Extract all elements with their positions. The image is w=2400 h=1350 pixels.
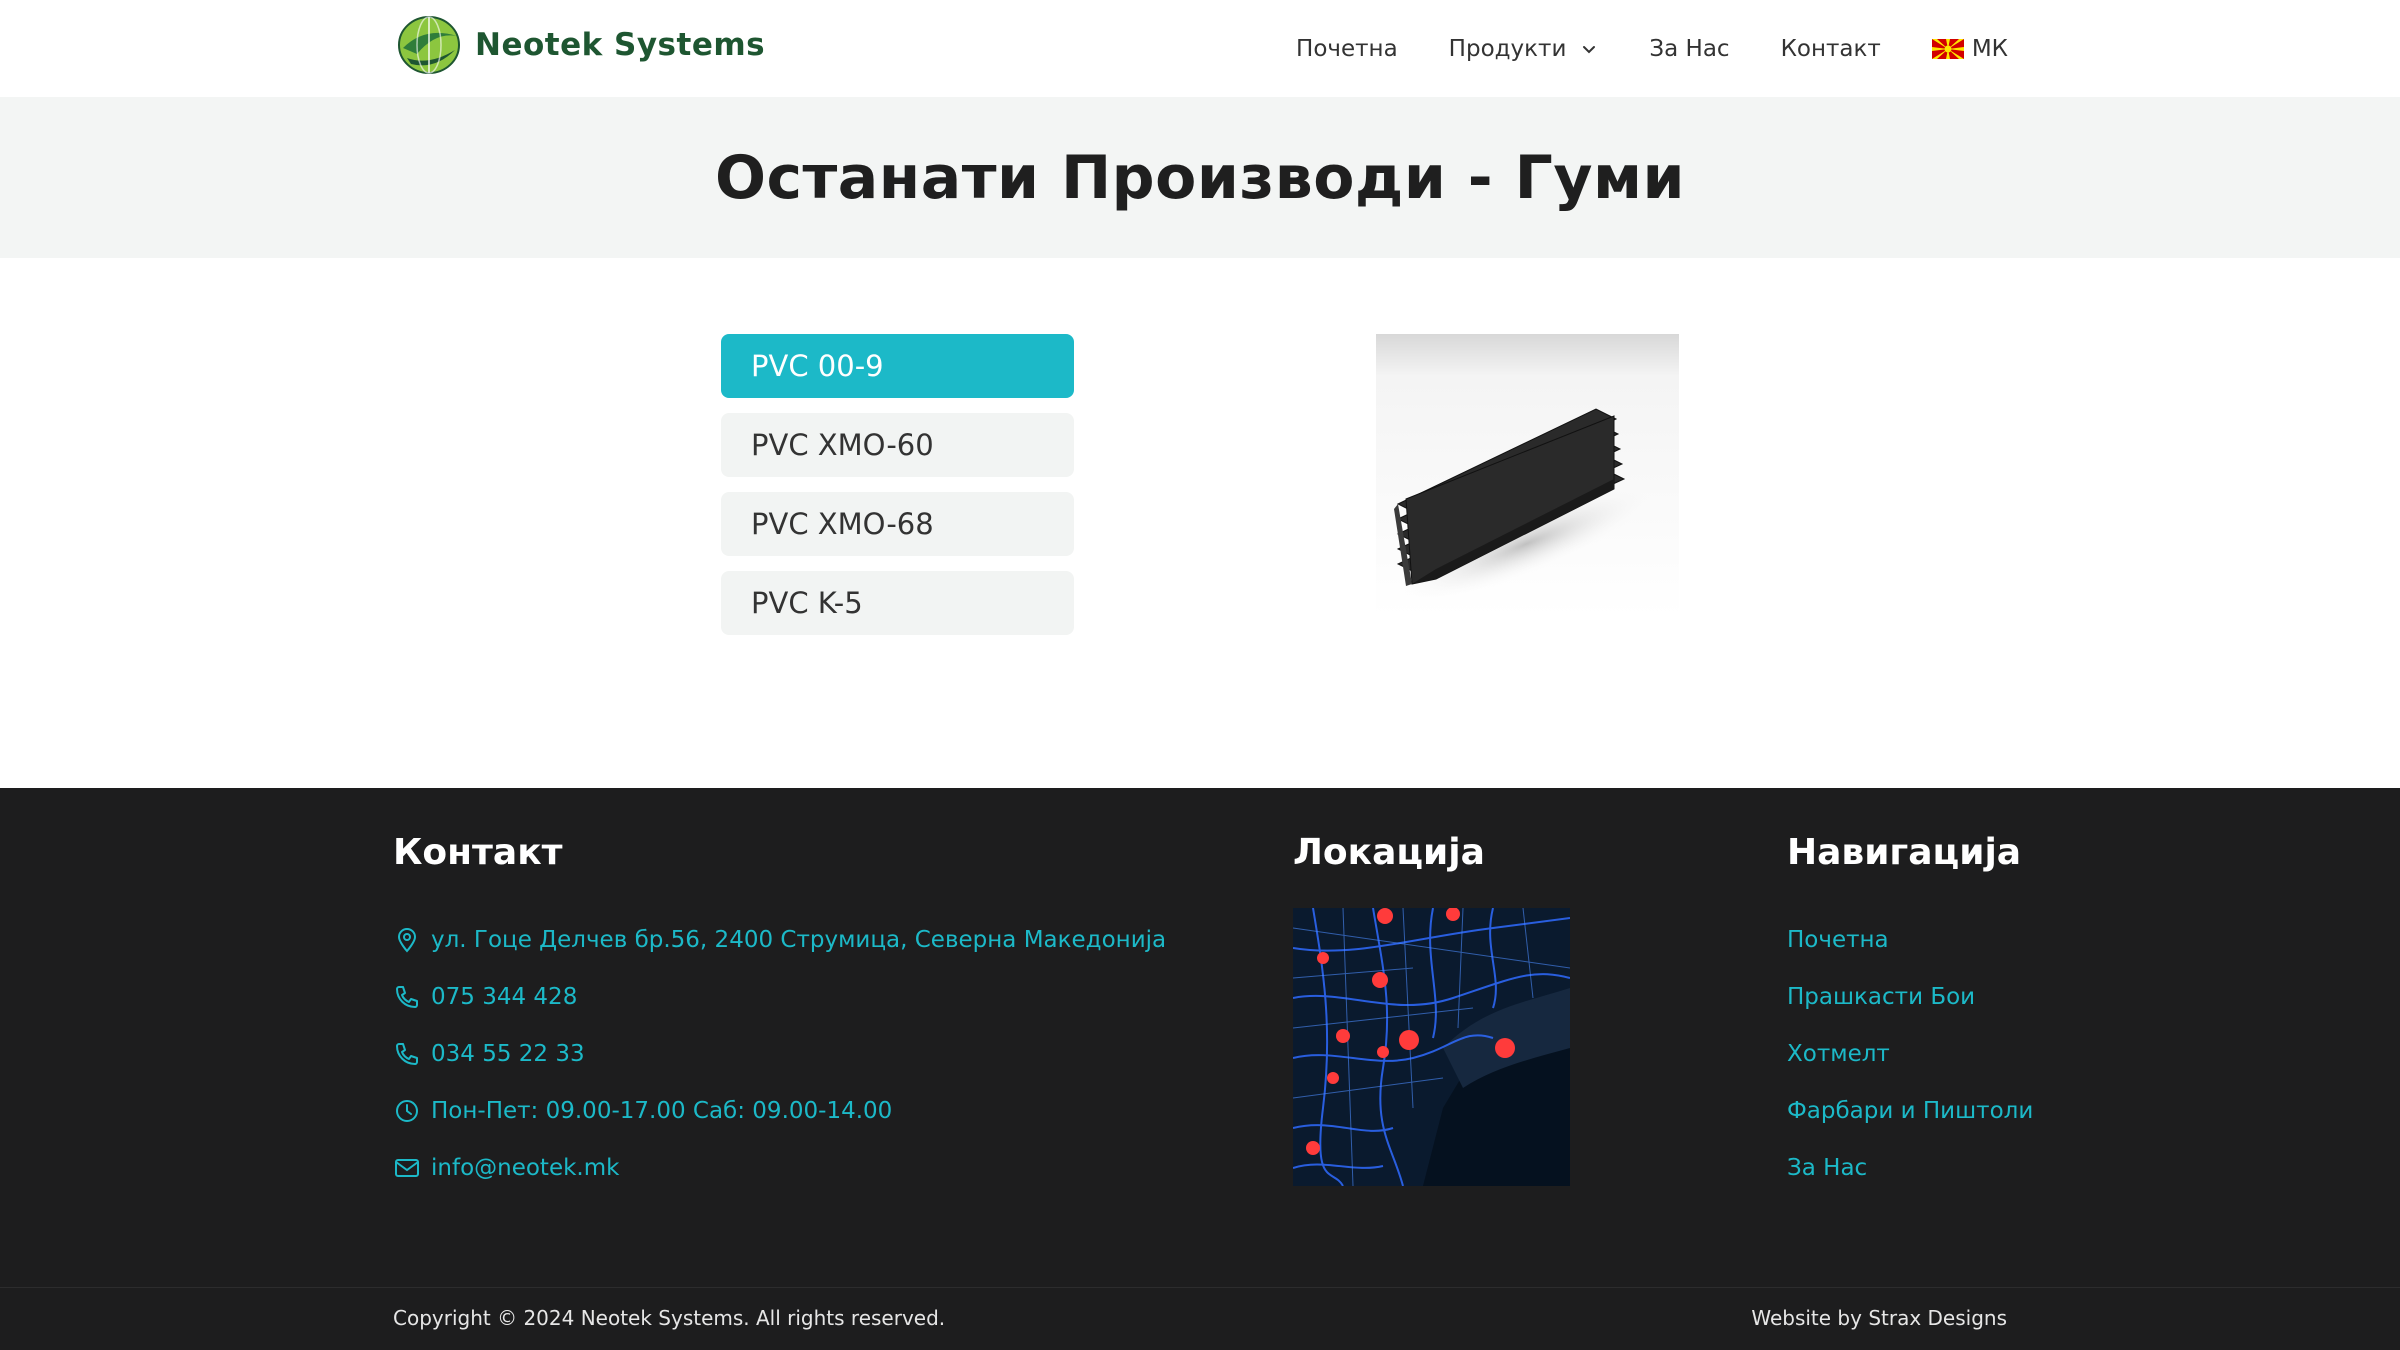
location-pin-icon	[397, 927, 417, 953]
language-label: МК	[1971, 35, 2008, 62]
footer-location-title: Локација	[1293, 832, 1485, 873]
footer-navigation-title: Навигација	[1787, 832, 2022, 873]
contact-text: info@neotek.mk	[431, 1154, 620, 1181]
phone-icon	[396, 1042, 418, 1065]
contact-text: Пон-Пет: 09.00-17.00 Саб: 09.00-14.00	[431, 1097, 893, 1124]
nav-label: Почетна	[1296, 35, 1398, 62]
nav-label: Продукти	[1448, 35, 1567, 62]
credit-link[interactable]: Website by Strax Designs	[1751, 1306, 2007, 1330]
contact-phone-landline[interactable]: 034 55 22 33	[393, 1025, 1166, 1082]
footer-link-hotmelt[interactable]: Хотмелт	[1787, 1025, 2033, 1082]
site-header: Neotek Systems Почетна Продукти За Нас К…	[0, 0, 2400, 97]
macedonia-flag-icon	[1931, 38, 1964, 59]
nav-item-home[interactable]: Почетна	[1296, 36, 1398, 62]
footer-bottom-bar: Copyright © 2024 Neotek Systems. All rig…	[0, 1287, 2400, 1350]
globe-logo-icon	[398, 16, 460, 74]
contact-text: ул. Гоце Делчев бр.56, 2400 Струмица, Се…	[431, 926, 1167, 953]
main-nav: Почетна Продукти За Нас Контакт МК	[1296, 0, 2008, 97]
nav-item-contact[interactable]: Контакт	[1781, 36, 1881, 62]
language-switcher[interactable]: МК	[1931, 35, 2008, 62]
site-footer: Контакт ул. Гоце Делчев бр.56, 2400 Стру…	[0, 788, 2400, 1350]
contact-address[interactable]: ул. Гоце Делчев бр.56, 2400 Струмица, Се…	[393, 911, 1166, 968]
nav-item-about[interactable]: За Нас	[1649, 36, 1729, 62]
footer-link-powder-paints[interactable]: Прашкасти Бои	[1787, 968, 2033, 1025]
footer-contact-title: Контакт	[393, 832, 563, 873]
chevron-down-icon	[1583, 45, 1596, 53]
nav-label: Контакт	[1780, 35, 1881, 62]
nav-label: За Нас	[1649, 35, 1730, 62]
location-map-image[interactable]	[1293, 908, 1570, 1186]
contact-text: 075 344 428	[431, 983, 578, 1010]
contact-list: ул. Гоце Делчев бр.56, 2400 Струмица, Се…	[393, 911, 1166, 1196]
contact-hours: Пон-Пет: 09.00-17.00 Саб: 09.00-14.00	[393, 1082, 1166, 1139]
contact-email[interactable]: info@neotek.mk	[393, 1139, 1166, 1196]
page-title: Останати Производи - Гуми	[714, 142, 1686, 213]
copyright-text: Copyright © 2024 Neotek Systems. All rig…	[393, 1306, 946, 1330]
footer-link-about[interactable]: За Нас	[1787, 1139, 2033, 1196]
contact-phone-mobile[interactable]: 075 344 428	[393, 968, 1166, 1025]
page-title-band: Останати Производи - Гуми	[0, 97, 2400, 258]
product-tab-pvc-k-5[interactable]: PVC K-5	[721, 571, 1074, 635]
logo[interactable]: Neotek Systems	[395, 14, 765, 76]
logo-text: Neotek Systems	[475, 27, 766, 63]
nav-item-products[interactable]: Продукти	[1449, 36, 1599, 62]
clock-icon	[396, 1099, 418, 1122]
footer-link-home[interactable]: Почетна	[1787, 911, 2033, 968]
footer-link-paint-guns[interactable]: Фарбари и Пиштоли	[1787, 1082, 2033, 1139]
product-tabs: PVC 00-9 PVC XMO-60 PVC XMO-68 PVC K-5	[721, 334, 1074, 650]
product-tab-pvc-00-9[interactable]: PVC 00-9	[721, 334, 1074, 398]
product-tab-pvc-xmo-60[interactable]: PVC XMO-60	[721, 413, 1074, 477]
phone-icon	[396, 985, 418, 1008]
contact-text: 034 55 22 33	[431, 1040, 585, 1067]
product-image	[1376, 334, 1679, 617]
footer-nav-list: Почетна Прашкасти Бои Хотмелт Фарбари и …	[1787, 911, 2033, 1196]
mail-icon	[395, 1158, 419, 1177]
product-tab-pvc-xmo-68[interactable]: PVC XMO-68	[721, 492, 1074, 556]
